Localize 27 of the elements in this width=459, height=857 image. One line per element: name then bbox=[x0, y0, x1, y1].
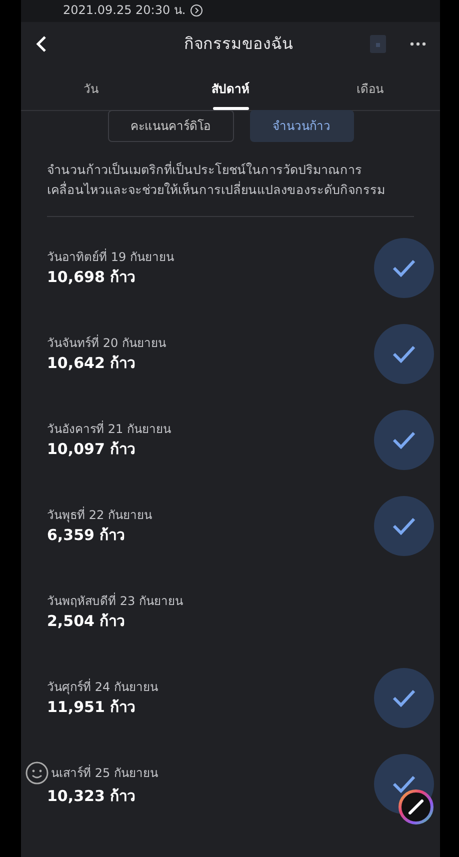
step-count: 11,951 ก้าว bbox=[47, 696, 136, 718]
edit-icon[interactable] bbox=[398, 789, 434, 825]
status-time: 2021.09.25 20:30 น. bbox=[63, 2, 186, 19]
smiley-icon[interactable] bbox=[25, 760, 49, 785]
tab[interactable]: เดือน bbox=[300, 66, 440, 110]
step-count: 10,642 ก้าว bbox=[47, 352, 136, 374]
step-count: 10,097 ก้าว bbox=[47, 438, 136, 460]
tab[interactable]: วัน bbox=[21, 66, 161, 110]
day-date: วันพฤหัสบดีที่ 23 กันยายน bbox=[47, 592, 183, 610]
metric-toggle[interactable]: จำนวนก้าว bbox=[250, 110, 354, 142]
more-icon[interactable] bbox=[410, 42, 426, 46]
back-icon[interactable] bbox=[35, 35, 47, 53]
step-count: 6,359 ก้าว bbox=[47, 524, 126, 546]
metric-toggle[interactable]: คะแนนคาร์ดิโอ bbox=[108, 110, 234, 142]
step-count: 10,698 ก้าว bbox=[47, 266, 136, 288]
description-text: จำนวนก้าวเป็นเมตริกที่เป็นประโยชน์ในการวัดปริมาณการเคลื่อนไหวและจะช่วยให้เห็นการเปลี่ยนแปลงของระดับกิจกรรม bbox=[46, 160, 386, 199]
day-date: วันจันทร์ที่ 20 กันยายน bbox=[47, 334, 166, 352]
tab[interactable]: สัปดาห์ bbox=[160, 66, 300, 110]
step-count: 10,323 ก้าว bbox=[47, 786, 136, 807]
day-date: วันพุธที่ 22 กันยายน bbox=[47, 506, 152, 524]
day-date: นเสาร์ที่ 25 กันยายน bbox=[51, 764, 158, 782]
step-count: 2,504 ก้าว bbox=[47, 610, 126, 632]
page-title: กิจกรรมของฉัน bbox=[183, 34, 294, 54]
chevron-circle-icon bbox=[190, 4, 203, 16]
day-date: วันอาทิตย์ที่ 19 กันยายน bbox=[47, 248, 174, 266]
day-date: วันศุกร์ที่ 24 กันยายน bbox=[47, 678, 158, 696]
day-date: วันอังคารที่ 21 กันยายน bbox=[47, 420, 171, 438]
